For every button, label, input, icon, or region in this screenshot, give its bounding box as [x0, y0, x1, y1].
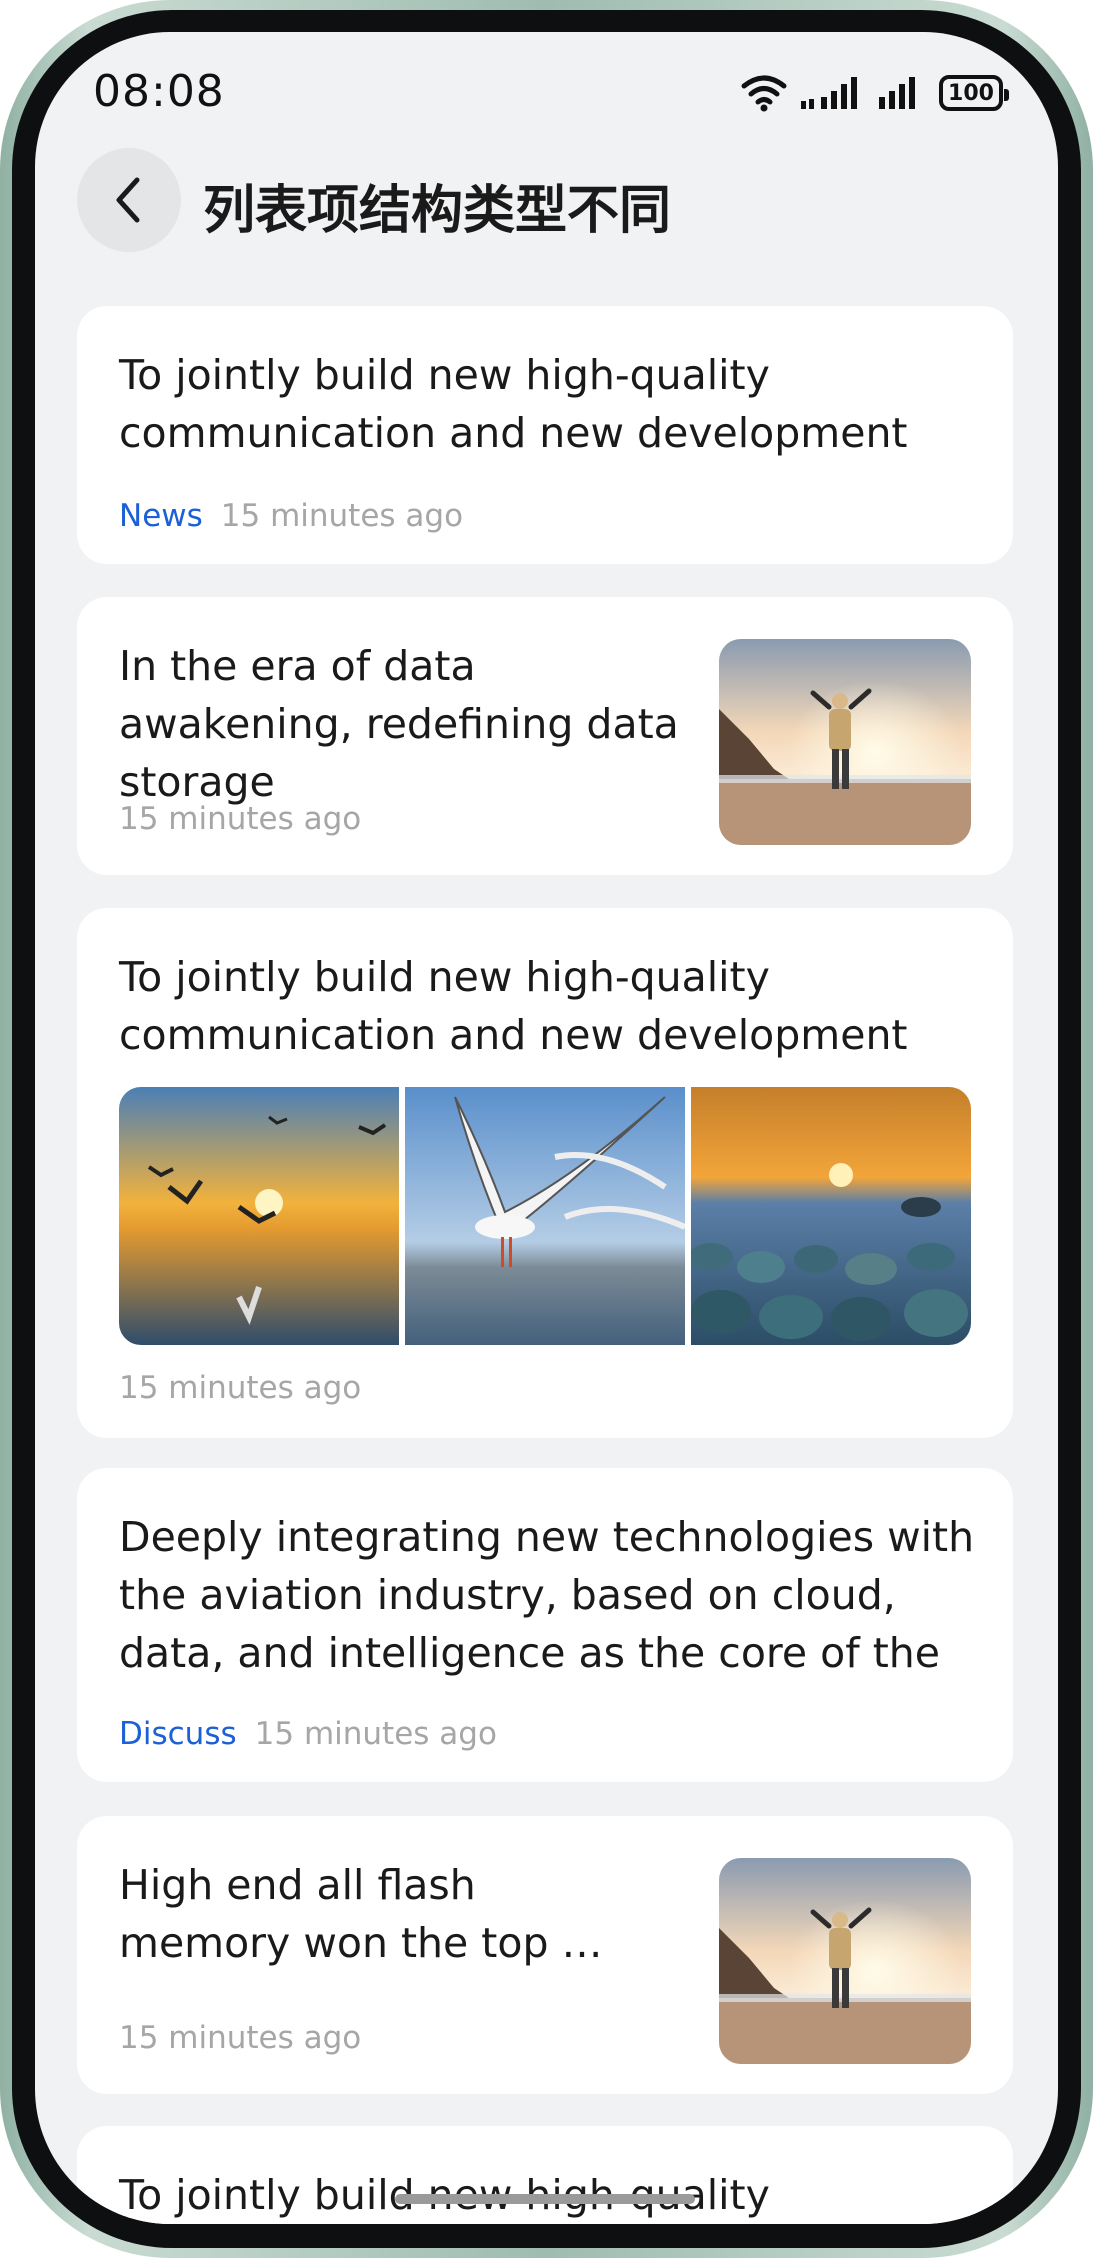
time-label: 15 minutes ago — [220, 498, 464, 534]
status-time: 08:08 — [93, 66, 225, 117]
list-item-meta: News 15 minutes ago — [119, 498, 463, 534]
list-item[interactable]: High end all flash memory won the top … … — [77, 1816, 1013, 2094]
list-item-title: Deeply integrating new technologies with… — [119, 1513, 975, 1677]
signal-icon — [879, 75, 925, 111]
home-indicator[interactable] — [395, 2194, 695, 2204]
pebble-beach-sunset-image — [691, 1087, 971, 1345]
list-item-title: High end all flash memory won the top … — [119, 1861, 603, 1967]
list-item[interactable]: In the era of data awakening, redefining… — [77, 597, 1013, 875]
wifi-icon — [741, 74, 787, 112]
list-item[interactable]: Deeply integrating new technologies with… — [77, 1468, 1013, 1782]
time-label: 15 minutes ago — [254, 1716, 497, 1752]
seagulls-sky-image — [405, 1087, 685, 1345]
signal-icon — [801, 75, 865, 111]
tag-label[interactable]: News — [119, 498, 203, 534]
chevron-left-icon — [109, 175, 149, 225]
battery-level: 100 — [948, 80, 994, 106]
image-gallery — [119, 1087, 971, 1345]
seagulls-sunset-image — [119, 1087, 399, 1345]
battery-icon: 100 — [939, 75, 1009, 111]
person-beach-sunset-image — [719, 639, 971, 845]
screen: 08:08 100 列表项结构类型不同 To jointly build new… — [35, 32, 1058, 2224]
list-item-title: To jointly build new high-quality commun… — [119, 351, 908, 457]
time-label: 15 minutes ago — [119, 2020, 362, 2056]
page-title: 列表项结构类型不同 — [203, 181, 672, 241]
list-item-meta: Discuss 15 minutes ago — [119, 1716, 497, 1752]
list-item[interactable]: To jointly build new high-quality commun… — [77, 306, 1013, 564]
list-item-title: To jointly build new high-quality commun… — [119, 953, 908, 1059]
list-item[interactable]: To jointly build new high-quality commun… — [77, 908, 1013, 1438]
tag-label[interactable]: Discuss — [119, 1716, 237, 1752]
time-label: 15 minutes ago — [119, 1370, 362, 1406]
list-item-title: In the era of data awakening, redefining… — [119, 642, 679, 806]
time-label: 15 minutes ago — [119, 801, 362, 837]
status-icons: 100 — [741, 68, 1009, 118]
person-beach-sunset-image — [719, 1858, 971, 2064]
thumbnail-image — [719, 1858, 971, 2064]
back-button[interactable] — [77, 148, 181, 252]
thumbnail-image — [719, 639, 971, 845]
list-item[interactable]: To jointly build new high-quality — [77, 2126, 1013, 2224]
